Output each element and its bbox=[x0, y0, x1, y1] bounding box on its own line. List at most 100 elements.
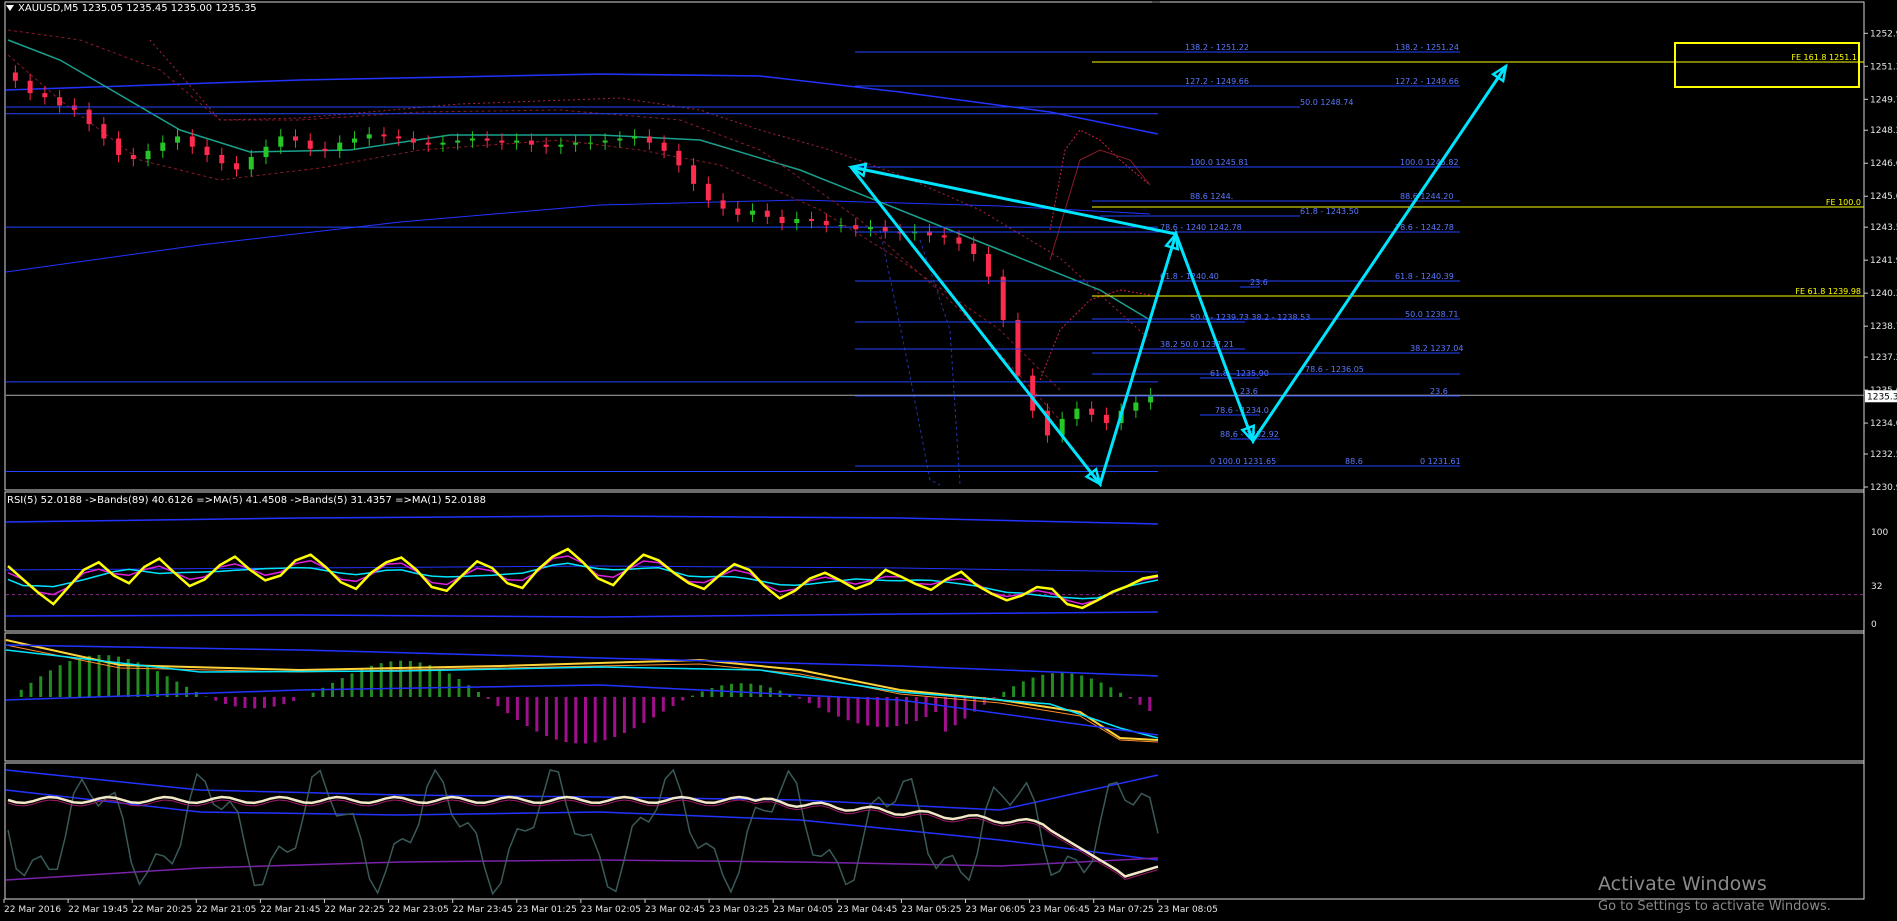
candle-body bbox=[101, 124, 106, 138]
candle-body bbox=[883, 227, 888, 231]
histogram-bar bbox=[993, 697, 996, 698]
chart-canvas[interactable]: 138.2 - 1251.22127.2 - 1249.6650.0 1248.… bbox=[0, 0, 1897, 917]
histogram-bar bbox=[701, 691, 704, 697]
candle-body bbox=[1001, 277, 1006, 320]
arrow-b-icon bbox=[1166, 234, 1177, 249]
time-tick-label: 22 Mar 23:05 bbox=[389, 905, 449, 915]
candle-body bbox=[839, 225, 844, 226]
price-tick-label: 1234.0 bbox=[1870, 419, 1897, 429]
price-tick-label: 1243.5 bbox=[1870, 223, 1897, 233]
histogram-bar bbox=[856, 697, 859, 723]
time-tick-label: 23 Mar 05:25 bbox=[901, 905, 961, 915]
price-tick-label: 1249.7 bbox=[1870, 95, 1897, 105]
candle-body bbox=[662, 143, 667, 151]
dropdown-triangle-icon[interactable] bbox=[6, 5, 14, 11]
histogram-bar bbox=[895, 697, 898, 726]
histogram-bar bbox=[341, 678, 344, 697]
histogram-bar bbox=[827, 697, 830, 712]
histogram-bar bbox=[633, 697, 636, 728]
rsi-indicator-label: RSI(5) 52.0188 ->Bands(89) 40.6126 =>MA(… bbox=[7, 495, 486, 506]
histogram-bar bbox=[837, 697, 840, 717]
histogram-bar bbox=[1051, 673, 1054, 697]
candle-body bbox=[544, 145, 549, 147]
histogram-bar bbox=[603, 697, 606, 740]
rsi-line bbox=[8, 549, 1158, 608]
candle-body bbox=[499, 141, 504, 143]
time-tick-label: 23 Mar 06:05 bbox=[966, 905, 1026, 915]
time-tick-label: 22 Mar 21:05 bbox=[196, 905, 256, 915]
histogram-bar bbox=[749, 684, 752, 697]
histogram-bar bbox=[136, 662, 139, 697]
candle-body bbox=[308, 141, 313, 149]
candle-body bbox=[116, 138, 121, 154]
price-tick-label: 1241.9 bbox=[1870, 256, 1897, 266]
fibo-left-label: 23.6 bbox=[1240, 387, 1258, 396]
candle-body bbox=[588, 143, 593, 144]
histogram-bar bbox=[1148, 697, 1151, 711]
candle-body bbox=[396, 136, 401, 138]
histogram-bar bbox=[214, 697, 217, 701]
time-tick-label: 23 Mar 06:45 bbox=[1030, 905, 1090, 915]
time-tick-label: 22 Mar 2016 bbox=[4, 905, 61, 915]
histogram-bar bbox=[389, 661, 392, 697]
chart-window[interactable]: 138.2 - 1251.22127.2 - 1249.6650.0 1248.… bbox=[0, 0, 1897, 917]
histogram-bar bbox=[817, 697, 820, 708]
price-tick-label: 1251.3 bbox=[1870, 62, 1897, 72]
histogram-bar bbox=[185, 687, 188, 697]
candle-body bbox=[131, 155, 136, 159]
band-upper-red bbox=[8, 30, 1060, 420]
fibo-left-label: 100.0 1245.81 bbox=[1190, 158, 1249, 167]
time-tick-label: 23 Mar 02:05 bbox=[581, 905, 641, 915]
fibo-right-label: 78.6 - 1236.05 bbox=[1305, 365, 1364, 374]
time-tick-label: 23 Mar 08:05 bbox=[1158, 905, 1218, 915]
rsi-lower-band bbox=[6, 612, 1158, 617]
candle-body bbox=[160, 143, 165, 151]
fibo-right-label: 100.0 1245.82 bbox=[1400, 158, 1459, 167]
fibo-left-label: 23.6 bbox=[1250, 278, 1268, 287]
header-text: XAUUSD,M5 1235.05 1235.45 1235.00 1235.3… bbox=[18, 3, 257, 14]
histogram-bar bbox=[944, 697, 947, 732]
time-tick-label: 22 Mar 23:45 bbox=[453, 905, 513, 915]
histogram-bar bbox=[672, 697, 675, 706]
candle-body bbox=[205, 147, 210, 155]
fibo-right-label: 127.2 - 1249.66 bbox=[1395, 77, 1459, 86]
fibo-right-label: 88.6 1244.20 bbox=[1400, 192, 1453, 201]
histogram-bar bbox=[652, 697, 655, 717]
histogram-bar bbox=[769, 687, 772, 697]
histogram-bar bbox=[292, 697, 295, 701]
candle-body bbox=[735, 209, 740, 215]
fibo-left-label: 88.6 1244.__ bbox=[1190, 192, 1242, 201]
histogram-bar bbox=[1041, 675, 1044, 697]
histogram-bar bbox=[243, 697, 246, 708]
mid-band-dashed bbox=[150, 40, 1150, 340]
candle-body bbox=[293, 136, 298, 140]
histogram-bar bbox=[496, 697, 499, 706]
candle-body bbox=[87, 110, 92, 124]
fibo-left-label: 88.6 bbox=[1345, 457, 1363, 466]
histogram-bar bbox=[642, 697, 645, 723]
trend-ma-line bbox=[6, 74, 1158, 134]
histogram-bar bbox=[740, 683, 743, 697]
histogram-bar bbox=[273, 697, 276, 707]
candle-body bbox=[514, 141, 519, 143]
candle-body bbox=[780, 217, 785, 223]
candle-body bbox=[175, 136, 180, 142]
histogram-bar bbox=[1090, 679, 1093, 697]
osc-purple-line bbox=[6, 858, 1158, 880]
candle-body bbox=[42, 93, 47, 97]
candle-body bbox=[956, 237, 961, 243]
right-red-dash bbox=[1050, 130, 1150, 230]
price-tick-label: 1240.3 bbox=[1870, 289, 1897, 299]
histogram-bar bbox=[954, 697, 957, 725]
candle-body bbox=[794, 219, 799, 223]
activate-windows-title: Activate Windows bbox=[1598, 873, 1767, 895]
histogram-bar bbox=[555, 697, 558, 740]
candle-body bbox=[617, 138, 622, 140]
histogram-bar bbox=[487, 697, 490, 699]
rsi-panel-border bbox=[5, 492, 1864, 631]
candle-body bbox=[676, 151, 681, 165]
candle-body bbox=[249, 157, 254, 169]
histogram-bar bbox=[1022, 681, 1025, 697]
histogram-bar bbox=[409, 661, 412, 697]
histogram-bar bbox=[224, 697, 227, 704]
